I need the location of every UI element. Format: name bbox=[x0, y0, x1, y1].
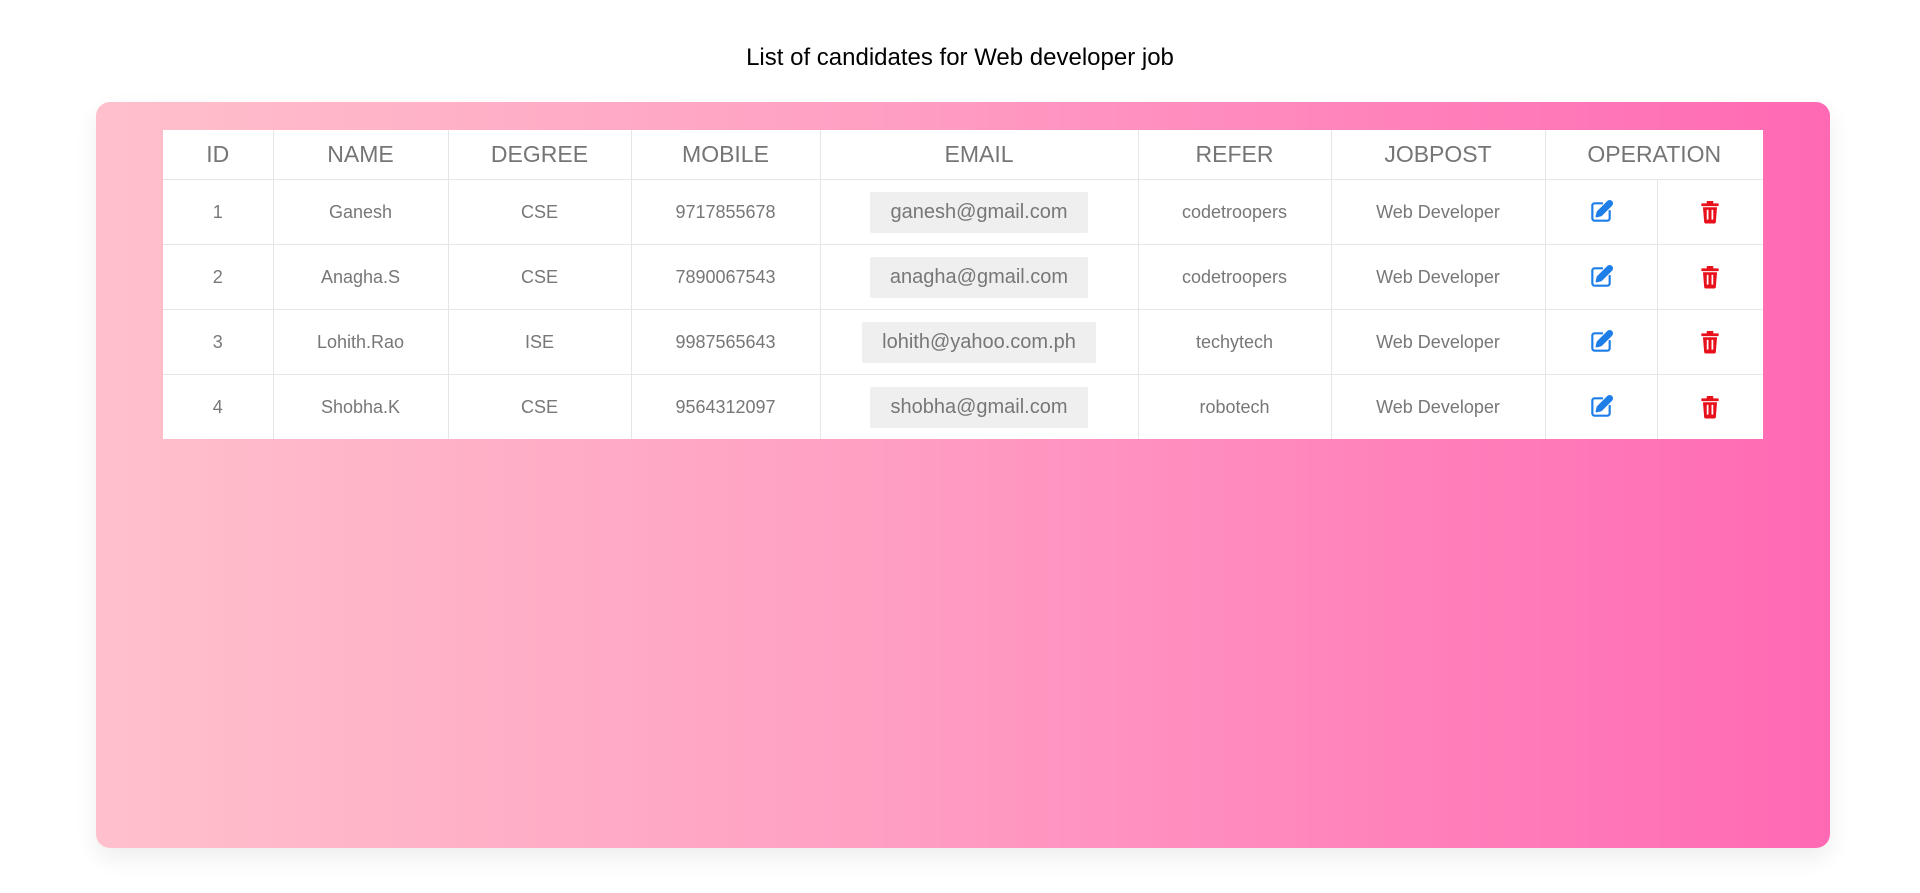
table-row: 1 Ganesh CSE 9717855678 ganesh@gmail.com… bbox=[163, 179, 1764, 245]
header-name: NAME bbox=[272, 130, 448, 180]
cell-refer: codetroopers bbox=[1137, 179, 1331, 245]
trash-icon[interactable] bbox=[1697, 329, 1723, 355]
cell-mobile: 9564312097 bbox=[630, 374, 820, 439]
table-row: 2 Anagha.S CSE 7890067543 anagha@gmail.c… bbox=[163, 244, 1764, 310]
cell-name: Anagha.S bbox=[272, 244, 448, 310]
header-refer: REFER bbox=[1137, 130, 1331, 180]
cell-email: lohith@yahoo.com.ph bbox=[819, 309, 1138, 375]
cell-id: 3 bbox=[163, 309, 273, 375]
edit-icon[interactable] bbox=[1588, 329, 1614, 355]
cell-mobile: 9717855678 bbox=[630, 179, 820, 245]
edit-icon[interactable] bbox=[1588, 264, 1614, 290]
cell-jobpost: Web Developer bbox=[1330, 374, 1545, 439]
edit-icon[interactable] bbox=[1588, 394, 1614, 420]
edit-icon[interactable] bbox=[1588, 199, 1614, 225]
cell-edit bbox=[1544, 309, 1657, 375]
cell-mobile: 9987565643 bbox=[630, 309, 820, 375]
cell-name: Shobha.K bbox=[272, 374, 448, 439]
header-degree: DEGREE bbox=[447, 130, 631, 180]
cell-name: Lohith.Rao bbox=[272, 309, 448, 375]
cell-edit bbox=[1544, 244, 1657, 310]
cell-id: 1 bbox=[163, 179, 273, 245]
cell-degree: CSE bbox=[447, 244, 631, 310]
header-email: EMAIL bbox=[819, 130, 1138, 180]
header-id: ID bbox=[163, 130, 273, 180]
table-header-row: ID NAME DEGREE MOBILE EMAIL REFER JOBPOS… bbox=[163, 130, 1764, 180]
cell-email: ganesh@gmail.com bbox=[819, 179, 1138, 245]
trash-icon[interactable] bbox=[1697, 199, 1723, 225]
cell-mobile: 7890067543 bbox=[630, 244, 820, 310]
email-chip: shobha@gmail.com bbox=[870, 386, 1088, 428]
candidates-table-container: ID NAME DEGREE MOBILE EMAIL REFER JOBPOS… bbox=[163, 130, 1764, 439]
cell-jobpost: Web Developer bbox=[1330, 179, 1545, 245]
cell-email: shobha@gmail.com bbox=[819, 374, 1138, 439]
cell-refer: techytech bbox=[1137, 309, 1331, 375]
cell-edit bbox=[1544, 179, 1657, 245]
cell-delete bbox=[1656, 309, 1764, 375]
header-operation: OPERATION bbox=[1544, 130, 1764, 180]
cell-degree: CSE bbox=[447, 374, 631, 439]
cell-delete bbox=[1656, 374, 1764, 439]
cell-degree: ISE bbox=[447, 309, 631, 375]
cell-id: 4 bbox=[212, 396, 223, 417]
cell-refer: robotech bbox=[1137, 374, 1331, 439]
trash-icon[interactable] bbox=[1697, 264, 1723, 290]
email-chip: ganesh@gmail.com bbox=[870, 191, 1088, 233]
trash-icon[interactable] bbox=[1697, 394, 1723, 420]
page-title: List of candidates for Web developer job bbox=[746, 44, 1174, 71]
cell-email: anagha@gmail.com bbox=[819, 244, 1138, 310]
gradient-panel: ID NAME DEGREE MOBILE EMAIL REFER JOBPOS… bbox=[96, 102, 1830, 848]
table-row: 3 Lohith.Rao ISE 9987565643 lohith@yahoo… bbox=[163, 309, 1764, 375]
cell-jobpost: Web Developer bbox=[1330, 309, 1545, 375]
email-chip: anagha@gmail.com bbox=[869, 256, 1089, 298]
candidates-table: ID NAME DEGREE MOBILE EMAIL REFER JOBPOS… bbox=[163, 130, 1764, 439]
cell-jobpost: Web Developer bbox=[1330, 244, 1545, 310]
table-row: 4 Shobha.K CSE 9564312097 shobha@gmail.c… bbox=[163, 374, 1764, 439]
cell-degree: CSE bbox=[447, 179, 631, 245]
cell-edit bbox=[1544, 374, 1657, 439]
cell-name: Ganesh bbox=[272, 179, 448, 245]
header-mobile: MOBILE bbox=[630, 130, 820, 180]
email-chip: lohith@yahoo.com.ph bbox=[862, 321, 1096, 363]
cell-id: 2 bbox=[163, 244, 273, 310]
header-jobpost: JOBPOST bbox=[1330, 130, 1545, 180]
cell-refer: codetroopers bbox=[1137, 244, 1331, 310]
cell-delete bbox=[1656, 244, 1764, 310]
cell-delete bbox=[1656, 179, 1764, 245]
